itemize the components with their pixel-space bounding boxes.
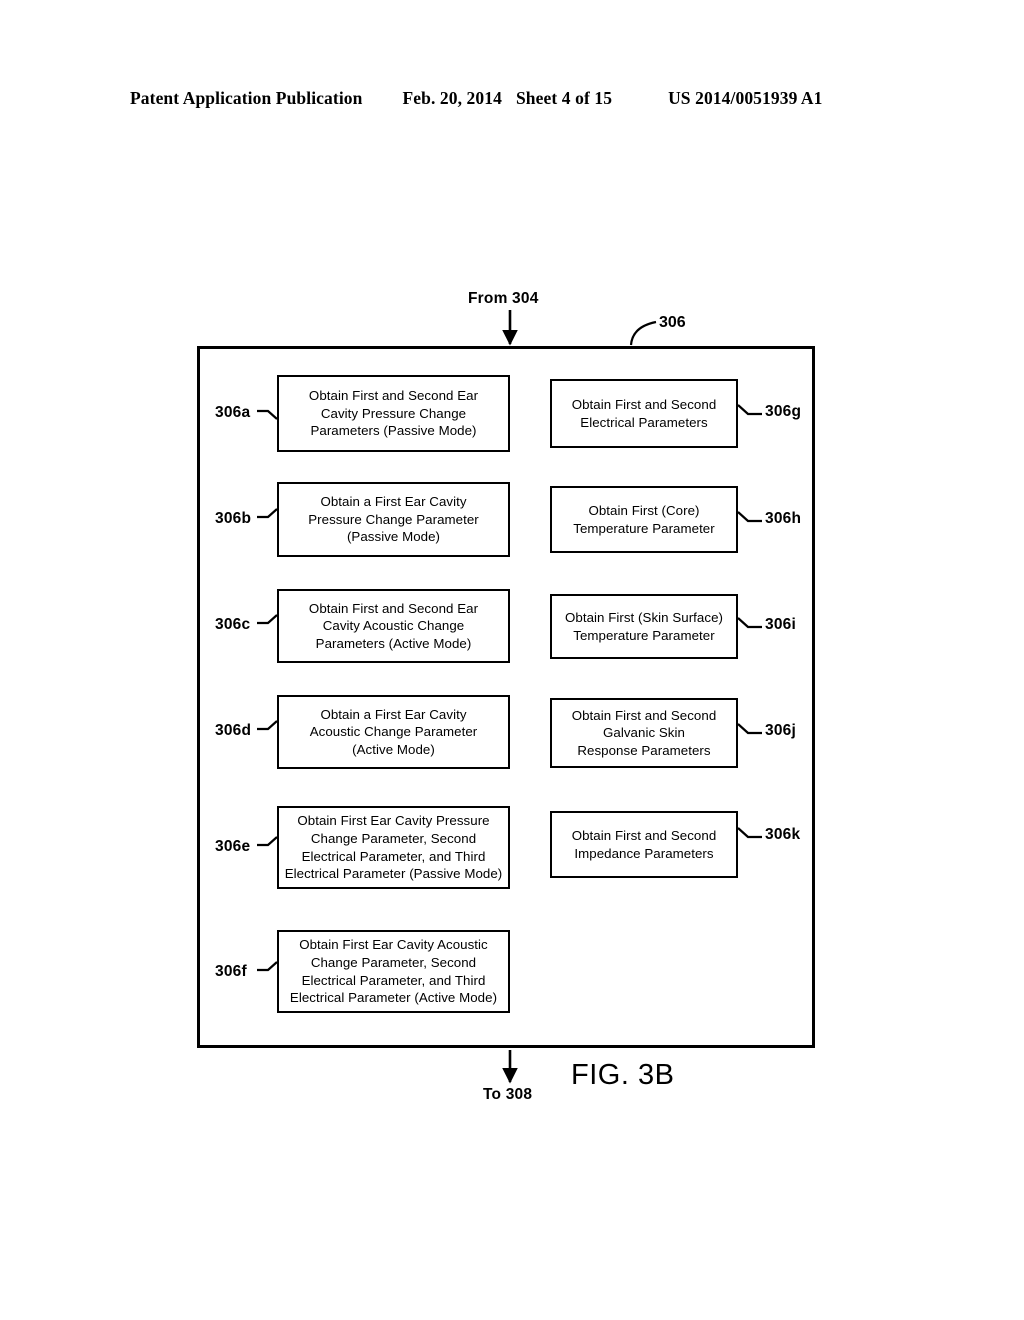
entry-label: From 304	[468, 290, 539, 307]
step-306k-line-2: Impedance Parameters	[574, 845, 714, 861]
step-306g-line-2: Electrical Parameters	[580, 414, 708, 430]
reference-306i: 306i	[765, 616, 796, 633]
step-box-306e: Obtain First Ear Cavity Pressure Change …	[277, 806, 510, 889]
step-306i-line-2: Temperature Parameter	[573, 627, 715, 643]
exit-label: To 308	[483, 1086, 533, 1103]
reference-306j: 306j	[765, 722, 796, 739]
reference-306e: 306e	[215, 838, 251, 855]
step-box-306f: Obtain First Ear Cavity Acoustic Change …	[277, 930, 510, 1013]
step-306g-line-1: Obtain First and Second	[571, 396, 717, 412]
step-box-306b: Obtain a First Ear Cavity Pressure Chang…	[277, 482, 510, 557]
step-306k-line-1: Obtain First and Second	[571, 827, 717, 843]
step-306j-line-1: Obtain First and Second	[571, 707, 717, 723]
step-306d-line-2: Acoustic Change Parameter	[309, 724, 478, 740]
step-306j-line-2: Galvanic Skin	[603, 725, 685, 741]
step-box-306a: Obtain First and Second Ear Cavity Press…	[277, 375, 510, 452]
step-box-306d: Obtain a First Ear Cavity Acoustic Chang…	[277, 695, 510, 769]
leader-306	[629, 320, 657, 346]
figure-caption: FIG. 3B	[571, 1059, 675, 1091]
step-box-306k: Obtain First and Second Impedance Parame…	[550, 811, 738, 878]
container-reference-label: 306	[659, 314, 686, 331]
step-box-306h: Obtain First (Core) Temperature Paramete…	[550, 486, 738, 553]
reference-306a: 306a	[215, 404, 251, 421]
step-306b-line-3: (Passive Mode)	[346, 529, 441, 545]
step-box-306g: Obtain First and Second Electrical Param…	[550, 379, 738, 448]
step-box-306c: Obtain First and Second Ear Cavity Acous…	[277, 589, 510, 663]
reference-306g: 306g	[765, 403, 802, 420]
reference-306c: 306c	[215, 616, 251, 633]
step-306h-line-2: Temperature Parameter	[573, 520, 715, 536]
step-306e-line-1: Obtain First Ear Cavity Pressure	[297, 813, 490, 829]
figure-3b: From 304 306 Obtain First and Second Ear…	[0, 0, 1024, 1320]
step-306b-line-1: Obtain a First Ear Cavity	[320, 494, 467, 510]
step-306i-line-1: Obtain First (Skin Surface)	[564, 609, 723, 625]
reference-306b: 306b	[215, 510, 252, 527]
step-306a-line-3: Parameters (Passive Mode)	[310, 423, 477, 439]
step-306a-line-2: Cavity Pressure Change	[320, 405, 467, 421]
step-306c-line-3: Parameters (Active Mode)	[315, 635, 472, 651]
step-306a-line-1: Obtain First and Second Ear	[308, 388, 479, 404]
step-306b-line-2: Pressure Change Parameter	[308, 511, 479, 527]
reference-306h: 306h	[765, 510, 802, 527]
step-306c-line-1: Obtain First and Second Ear	[308, 600, 479, 616]
step-306j-line-3: Response Parameters	[577, 742, 711, 758]
step-box-306i: Obtain First (Skin Surface) Temperature …	[550, 594, 738, 659]
step-306f-line-4: Electrical Parameter (Active Mode)	[289, 990, 498, 1006]
step-306d-line-1: Obtain a First Ear Cavity	[320, 706, 467, 722]
step-box-306j: Obtain First and Second Galvanic Skin Re…	[550, 698, 738, 768]
reference-306d: 306d	[215, 722, 252, 739]
step-306c-line-2: Cavity Acoustic Change	[322, 618, 465, 634]
reference-306k: 306k	[765, 826, 801, 843]
step-306f-line-1: Obtain First Ear Cavity Acoustic	[299, 937, 488, 953]
step-306d-line-3: (Active Mode)	[352, 741, 435, 757]
step-306f-line-2: Change Parameter, Second	[310, 954, 477, 970]
reference-306f: 306f	[215, 963, 247, 980]
step-306h-line-1: Obtain First (Core)	[588, 502, 700, 518]
step-306e-line-4: Electrical Parameter (Passive Mode)	[284, 866, 503, 882]
step-306f-line-3: Electrical Parameter, and Third	[301, 972, 486, 988]
step-306e-line-2: Change Parameter, Second	[310, 830, 477, 846]
step-306e-line-3: Electrical Parameter, and Third	[301, 848, 486, 864]
